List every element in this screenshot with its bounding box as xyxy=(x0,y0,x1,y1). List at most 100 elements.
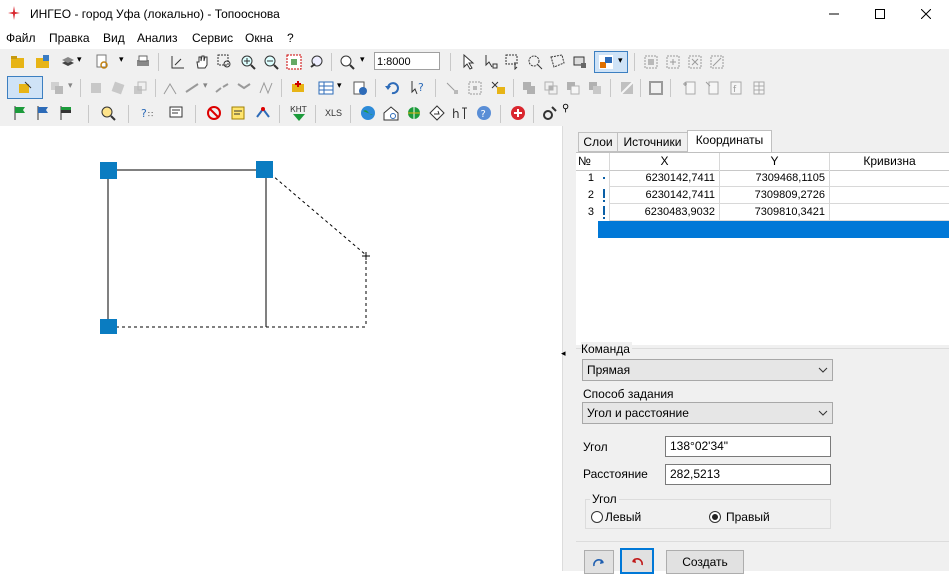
column-header-number[interactable]: № xyxy=(576,153,610,170)
distance-input[interactable]: 282,5213 xyxy=(665,464,831,485)
xor-icon[interactable] xyxy=(587,80,603,96)
table-row[interactable]: 3 6230483,9032 7309810,3421 xyxy=(576,204,949,221)
menu-file[interactable]: Файл xyxy=(6,31,36,45)
settings-tool-icon[interactable] xyxy=(542,105,558,121)
delete-node-icon[interactable] xyxy=(490,80,506,96)
cell-x[interactable] xyxy=(610,221,720,238)
cell-y[interactable]: 7309810,3421 xyxy=(720,204,830,221)
search-icon[interactable] xyxy=(100,105,116,121)
scale-zoom-icon[interactable] xyxy=(339,54,355,70)
table-row[interactable]: 2 6230142,7411 7309809,2726 xyxy=(576,187,949,204)
close-button[interactable] xyxy=(903,0,949,28)
group-invert-icon[interactable] xyxy=(709,54,725,70)
table-row-selected[interactable] xyxy=(576,221,949,238)
command-select[interactable]: Прямая xyxy=(582,359,833,381)
vertex-handle-1[interactable] xyxy=(100,162,117,179)
doc-table-icon[interactable] xyxy=(751,80,767,96)
redo-button[interactable] xyxy=(584,550,614,574)
zoom-previous-icon[interactable] xyxy=(309,54,325,70)
table-row[interactable]: 1 6230142,7411 7309468,1105 xyxy=(576,170,949,187)
extent-icon[interactable] xyxy=(170,54,186,70)
undo-step-button[interactable] xyxy=(620,548,654,574)
menu-edit[interactable]: Правка xyxy=(49,31,90,45)
layers-icon[interactable] xyxy=(60,54,76,70)
map-canvas[interactable] xyxy=(0,126,562,571)
dropdown-arrow-icon[interactable]: ▾ xyxy=(337,80,342,91)
cell-y[interactable]: 7309468,1105 xyxy=(720,170,830,187)
rotate-icon[interactable] xyxy=(110,80,126,96)
union-icon[interactable] xyxy=(521,80,537,96)
note-icon[interactable] xyxy=(230,105,246,121)
undo-icon[interactable] xyxy=(384,80,400,96)
doc-formula-icon[interactable]: f xyxy=(728,80,744,96)
select-arrow-icon[interactable] xyxy=(460,54,476,70)
dropdown-arrow-icon[interactable]: ▾ xyxy=(68,80,73,91)
zoom-all-icon[interactable] xyxy=(286,54,302,70)
xls-export-button[interactable]: XLS xyxy=(325,108,342,118)
home-search-icon[interactable] xyxy=(383,105,399,121)
properties-icon[interactable] xyxy=(352,80,368,96)
snap-icon[interactable] xyxy=(444,80,460,96)
frame-icon[interactable] xyxy=(648,80,664,96)
menu-service[interactable]: Сервис xyxy=(192,31,233,45)
cell-y[interactable]: 7309809,2726 xyxy=(720,187,830,204)
tab-coordinates[interactable]: Координаты xyxy=(687,130,772,154)
add-plugin-icon[interactable] xyxy=(510,105,526,121)
method-select[interactable]: Угол и расстояние xyxy=(582,402,833,424)
menu-analysis[interactable]: Анализ xyxy=(137,31,178,45)
copy-object-icon[interactable] xyxy=(49,80,65,96)
map-drawing[interactable] xyxy=(0,126,562,571)
flag-green-icon[interactable] xyxy=(12,105,28,121)
angle-input[interactable]: 138°02'34" xyxy=(665,436,831,457)
zoom-in-icon[interactable] xyxy=(240,54,256,70)
cell-x[interactable]: 6230142,7411 xyxy=(610,187,720,204)
open-folder-icon[interactable] xyxy=(10,54,26,70)
height-tool-icon[interactable]: h xyxy=(452,105,468,121)
vertex-handle-3[interactable] xyxy=(100,319,117,334)
select-rect-icon[interactable] xyxy=(505,54,521,70)
select-node-icon[interactable] xyxy=(483,54,499,70)
direction-icon[interactable] xyxy=(429,105,445,121)
create-button[interactable]: Создать xyxy=(666,550,744,574)
intersect-icon[interactable] xyxy=(543,80,559,96)
tab-layers[interactable]: Слои xyxy=(578,132,618,152)
doc-edit-icon[interactable] xyxy=(705,80,721,96)
query-icon[interactable]: ? ∷ xyxy=(140,105,156,121)
overflow-icon[interactable]: ⚲ xyxy=(562,103,569,114)
select-object-icon[interactable] xyxy=(572,54,588,70)
dropdown-arrow-icon[interactable]: ▾ xyxy=(77,54,82,65)
radio-right-label[interactable]: Правый xyxy=(726,510,770,524)
help-icon[interactable]: ? xyxy=(476,105,492,121)
dropdown-arrow-icon[interactable]: ▾ xyxy=(119,54,124,65)
cell-curvature[interactable] xyxy=(830,221,949,238)
radio-left[interactable] xyxy=(591,511,603,523)
tab-sources[interactable]: Источники xyxy=(617,132,688,152)
prohibit-icon[interactable] xyxy=(206,105,222,121)
minimize-button[interactable] xyxy=(811,0,857,28)
menu-windows[interactable]: Окна xyxy=(245,31,273,45)
cell-curvature[interactable] xyxy=(830,187,949,204)
legend-icon[interactable] xyxy=(168,105,184,121)
join-line-icon[interactable] xyxy=(236,80,252,96)
subtract-icon[interactable] xyxy=(565,80,581,96)
flag-multi-icon[interactable] xyxy=(58,105,74,121)
cell-x[interactable]: 6230142,7411 xyxy=(610,170,720,187)
cell-curvature[interactable] xyxy=(830,170,949,187)
dropdown-arrow-icon[interactable]: ▾ xyxy=(203,80,208,91)
help-pointer-icon[interactable]: ? xyxy=(410,80,426,96)
scale-input[interactable]: 1:8000 xyxy=(374,52,440,70)
group-remove-icon[interactable] xyxy=(687,54,703,70)
node-edit-icon[interactable] xyxy=(162,80,178,96)
edit-mode-button[interactable] xyxy=(7,76,43,99)
group-select-icon[interactable] xyxy=(643,54,659,70)
zoom-out-icon[interactable] xyxy=(263,54,279,70)
dropdown-arrow-icon[interactable]: ▾ xyxy=(360,54,365,65)
globe-icon[interactable] xyxy=(360,105,376,121)
cell-curvature[interactable] xyxy=(830,204,949,221)
scale-object-icon[interactable] xyxy=(132,80,148,96)
cell-x[interactable]: 6230483,9032 xyxy=(610,204,720,221)
column-header-x[interactable]: X xyxy=(610,153,720,170)
group-add-icon[interactable] xyxy=(665,54,681,70)
radio-right[interactable] xyxy=(709,511,721,523)
open-map-icon[interactable] xyxy=(35,54,51,70)
